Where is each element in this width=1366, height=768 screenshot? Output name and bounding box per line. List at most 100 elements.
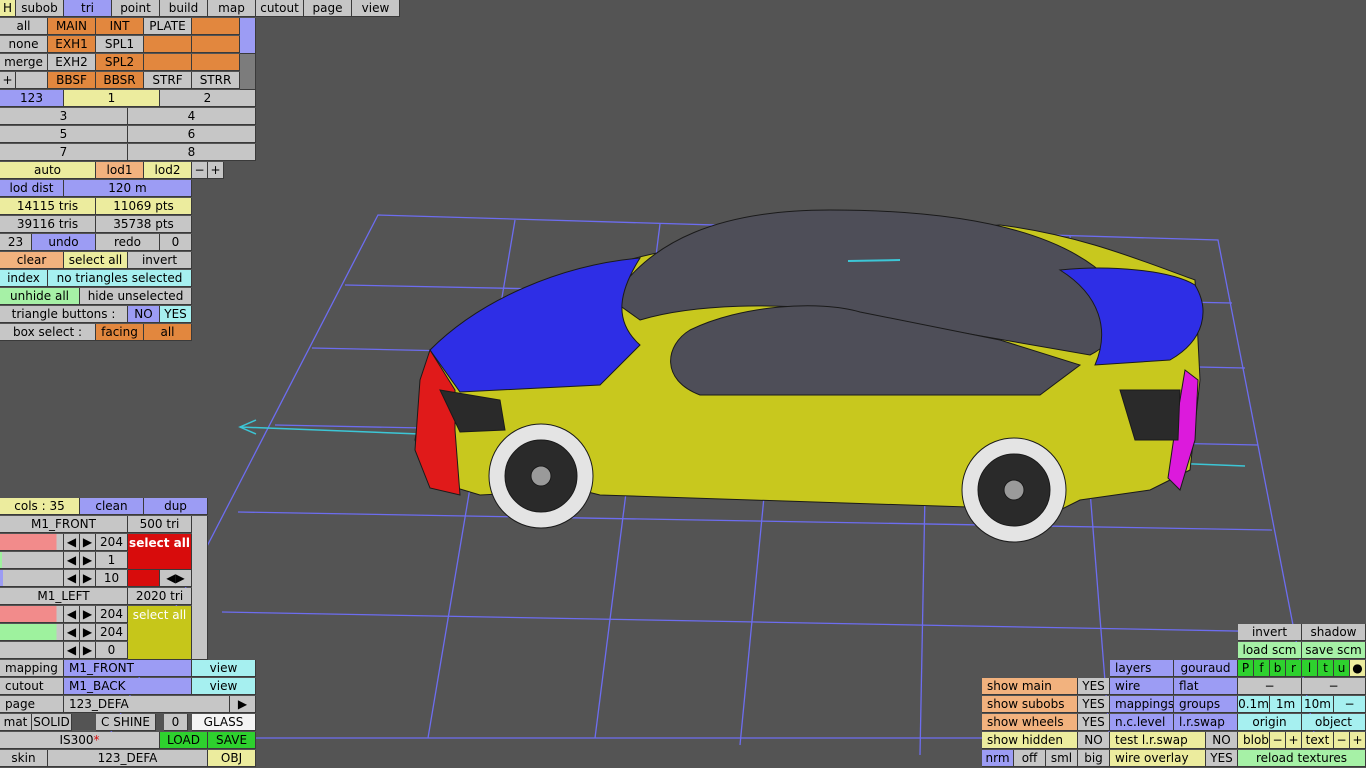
cutout-value[interactable]: M1_BACK — [64, 678, 192, 695]
subob-slot[interactable] — [16, 72, 48, 89]
blue-slider[interactable] — [0, 642, 64, 659]
grid-10m-button[interactable]: 10m — [1302, 696, 1334, 713]
triangle-buttons-yes[interactable]: YES — [160, 306, 192, 323]
show-hidden-toggle[interactable]: NO — [1078, 732, 1110, 749]
subob-strf[interactable]: STRF — [144, 72, 192, 89]
subob-exh1[interactable]: EXH1 — [48, 36, 96, 53]
view-l-button[interactable]: l — [1302, 660, 1318, 677]
subob-slot[interactable] — [144, 36, 192, 53]
green-slider[interactable] — [0, 552, 64, 569]
dash-button[interactable]: − — [1302, 678, 1366, 695]
reload-textures-button[interactable]: reload textures — [1238, 750, 1366, 767]
page-next-icon[interactable]: ▶ — [230, 696, 256, 713]
menu-point[interactable]: point — [112, 0, 160, 17]
groups-button[interactable]: groups — [1174, 696, 1238, 713]
big-button[interactable]: big — [1078, 750, 1110, 767]
clean-button[interactable]: clean — [80, 498, 144, 515]
invert-button[interactable]: invert — [1238, 624, 1302, 641]
flat-button[interactable]: flat — [1174, 678, 1238, 695]
dup-button[interactable]: dup — [144, 498, 208, 515]
red-slider[interactable] — [0, 606, 64, 623]
page-3[interactable]: 3 — [0, 108, 128, 125]
test-lr-swap-button[interactable]: test l.r.swap — [1110, 732, 1206, 749]
mapping-value[interactable]: M1_FRONT — [64, 660, 192, 677]
gouraud-button[interactable]: gouraud — [1174, 660, 1238, 677]
box-select-facing[interactable]: facing — [96, 324, 144, 341]
subob-strr[interactable]: STRR — [192, 72, 240, 89]
solid-button[interactable]: SOLID — [32, 714, 72, 731]
subob-all[interactable]: all — [0, 18, 48, 35]
off-button[interactable]: off — [1014, 750, 1046, 767]
test-lr-swap-toggle[interactable]: NO — [1206, 732, 1238, 749]
page-8[interactable]: 8 — [128, 144, 256, 161]
triangle-buttons-no[interactable]: NO — [128, 306, 160, 323]
glass-button[interactable]: GLASS — [192, 714, 256, 731]
subob-slot[interactable] — [144, 54, 192, 71]
subob-bbsf[interactable]: BBSF — [48, 72, 96, 89]
subob-spl1[interactable]: SPL1 — [96, 36, 144, 53]
material-swatch[interactable] — [128, 570, 160, 587]
material-select-all-button[interactable]: select all — [128, 534, 192, 570]
lr-swap-button[interactable]: l.r.swap — [1174, 714, 1238, 731]
save-button[interactable]: SAVE — [208, 732, 256, 749]
subob-plate[interactable]: PLATE — [144, 18, 192, 35]
nrm-button[interactable]: nrm — [982, 750, 1014, 767]
grid-minus-button[interactable]: − — [1334, 696, 1366, 713]
red-slider[interactable] — [0, 534, 64, 551]
lod1-button[interactable]: lod1 — [96, 162, 144, 179]
text-plus-button[interactable]: + — [1350, 732, 1366, 749]
red-increase[interactable]: ▶ — [80, 534, 96, 551]
lod2-button[interactable]: lod2 — [144, 162, 192, 179]
blob-plus-button[interactable]: + — [1286, 732, 1302, 749]
unhide-all-button[interactable]: unhide all — [0, 288, 80, 305]
subob-scrollbar[interactable] — [240, 18, 256, 54]
nc-level-button[interactable]: n.c.level — [1110, 714, 1174, 731]
subob-spl2[interactable]: SPL2 — [96, 54, 144, 71]
select-all-button[interactable]: select all — [64, 252, 128, 269]
subob-plus[interactable]: + — [0, 72, 16, 89]
menu-map[interactable]: map — [208, 0, 256, 17]
green-decrease[interactable]: ◀ — [64, 624, 80, 641]
page-1[interactable]: 1 — [64, 90, 160, 107]
green-slider[interactable] — [0, 624, 64, 641]
page-123[interactable]: 123 — [0, 90, 64, 107]
index-button[interactable]: index — [0, 270, 48, 287]
view-t-button[interactable]: t — [1318, 660, 1334, 677]
text-minus-button[interactable]: − — [1334, 732, 1350, 749]
show-main-toggle[interactable]: YES — [1078, 678, 1110, 695]
view-p-button[interactable]: P — [1238, 660, 1254, 677]
origin-button[interactable]: origin — [1238, 714, 1302, 731]
view-r-button[interactable]: r — [1286, 660, 1302, 677]
clear-button[interactable]: clear — [0, 252, 64, 269]
subob-main[interactable]: MAIN — [48, 18, 96, 35]
lod-auto-button[interactable]: auto — [0, 162, 96, 179]
subob-slot[interactable] — [192, 18, 240, 35]
redo-button[interactable]: redo — [96, 234, 160, 251]
wire-button[interactable]: wire — [1110, 678, 1174, 695]
page-4[interactable]: 4 — [128, 108, 256, 125]
view-f-button[interactable]: f — [1254, 660, 1270, 677]
lod-plus-button[interactable]: + — [208, 162, 224, 179]
subob-exh2[interactable]: EXH2 — [48, 54, 96, 71]
blue-decrease[interactable]: ◀ — [64, 642, 80, 659]
dash-button[interactable]: − — [1238, 678, 1302, 695]
red-decrease[interactable]: ◀ — [64, 534, 80, 551]
page-2[interactable]: 2 — [160, 90, 256, 107]
material-name[interactable]: M1_LEFT — [0, 588, 128, 605]
menu-tri[interactable]: tri — [64, 0, 112, 17]
subob-scroll-track[interactable] — [240, 54, 256, 90]
grid-1m-button[interactable]: 1m — [1270, 696, 1302, 713]
view-u-button[interactable]: u — [1334, 660, 1350, 677]
obj-button[interactable]: OBJ — [208, 750, 256, 767]
show-subobs-toggle[interactable]: YES — [1078, 696, 1110, 713]
material-select-all-button[interactable]: select all — [128, 606, 192, 660]
show-wheels-toggle[interactable]: YES — [1078, 714, 1110, 731]
menu-cutout[interactable]: cutout — [256, 0, 304, 17]
subob-merge[interactable]: merge — [0, 54, 48, 71]
subob-slot[interactable] — [192, 36, 240, 53]
red-decrease[interactable]: ◀ — [64, 606, 80, 623]
page-5[interactable]: 5 — [0, 126, 128, 143]
material-nav[interactable]: ◀▶ — [160, 570, 192, 587]
cutout-view-button[interactable]: view — [192, 678, 256, 695]
subob-none[interactable]: none — [0, 36, 48, 53]
